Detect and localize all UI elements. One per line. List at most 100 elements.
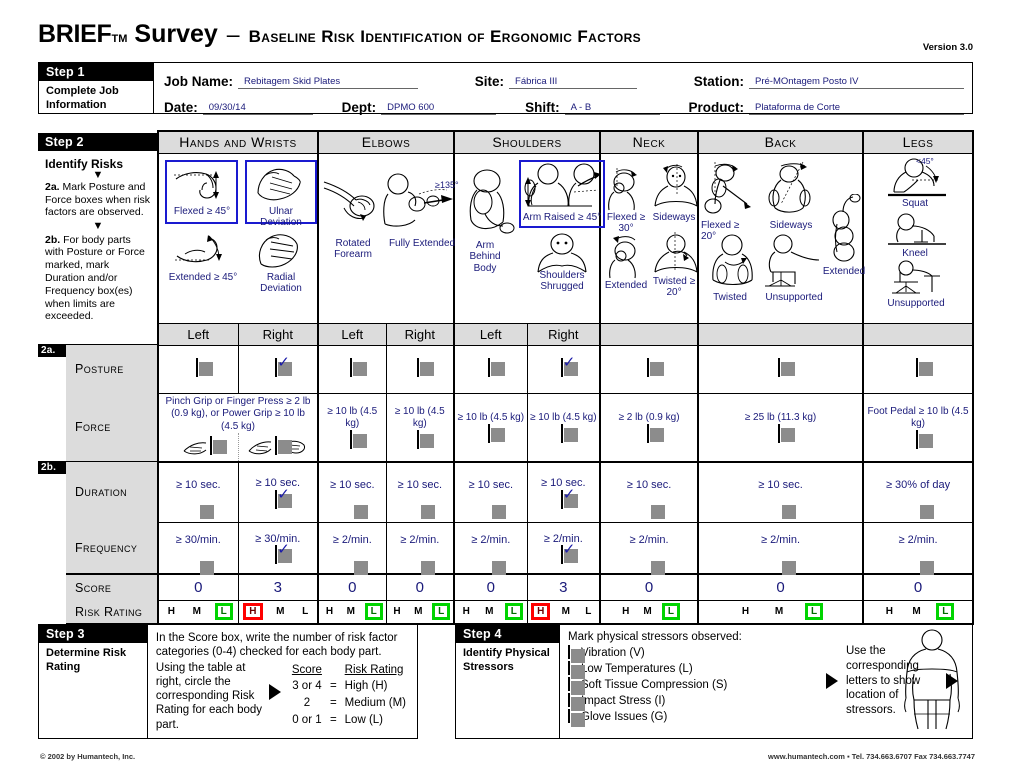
- posture-checkbox-neck[interactable]: [599, 344, 699, 394]
- force-cell-legs[interactable]: Foot Pedal ≥ 10 lb (4.5 kg): [862, 392, 975, 463]
- risk-rating-neck[interactable]: H M L: [599, 599, 699, 626]
- checkbox-checked[interactable]: ✓: [275, 542, 293, 567]
- risk-letter-h[interactable]: H: [389, 605, 404, 618]
- checkbox[interactable]: [568, 676, 585, 695]
- shift-field[interactable]: A - B: [564, 100, 660, 115]
- risk-letter-h[interactable]: H: [738, 605, 753, 618]
- checkbox[interactable]: [779, 558, 797, 575]
- risk-letter-l-selected[interactable]: L: [936, 603, 955, 621]
- checkbox[interactable]: [560, 423, 578, 446]
- score-neck[interactable]: 0: [599, 573, 699, 601]
- checkbox[interactable]: [488, 357, 506, 380]
- stressor-item-soft-tissue-compression[interactable]: Soft Tissue Compression (S): [568, 676, 818, 695]
- checkbox[interactable]: [209, 435, 227, 458]
- checkbox[interactable]: [489, 558, 507, 575]
- posture-checkbox-hands-left[interactable]: [157, 344, 239, 394]
- risk-letter-m[interactable]: M: [558, 605, 574, 618]
- risk-letter-m[interactable]: M: [771, 605, 787, 618]
- risk-rating-elbows-left[interactable]: H M L: [317, 599, 387, 626]
- checkbox[interactable]: [646, 423, 664, 446]
- checkbox[interactable]: [197, 558, 214, 575]
- posture-checkbox-elbows-left[interactable]: [317, 344, 387, 394]
- duration-cell-shoulders-left[interactable]: ≥ 10 sec.: [453, 461, 528, 523]
- stressor-item-vibration[interactable]: Vibration (V): [568, 644, 818, 663]
- score-hands-left[interactable]: 0: [157, 573, 239, 601]
- risk-rating-shoulders-right[interactable]: H M L: [526, 599, 601, 626]
- checkbox[interactable]: [915, 429, 933, 452]
- force-cell-elbows-left[interactable]: ≥ 10 lb (4.5 kg): [317, 392, 387, 463]
- checkbox[interactable]: [349, 357, 367, 380]
- force-cell-hands[interactable]: Pinch Grip or Finger Press ≥ 2 lb (0.9 k…: [156, 392, 319, 463]
- frequency-cell-elbows-left[interactable]: ≥ 2/min.: [317, 521, 387, 575]
- checkbox[interactable]: [417, 357, 435, 380]
- frequency-cell-elbows-right[interactable]: ≥ 2/min.: [385, 521, 455, 575]
- posture-checkbox-shoulders-right[interactable]: ✓: [526, 344, 601, 394]
- risk-letter-l-selected[interactable]: L: [364, 603, 383, 621]
- frequency-cell-hands-left[interactable]: ≥ 30/min.: [157, 521, 239, 575]
- risk-letter-m[interactable]: M: [410, 605, 426, 618]
- checkbox[interactable]: [917, 502, 934, 519]
- checkbox[interactable]: [489, 502, 507, 519]
- checkbox[interactable]: [417, 429, 435, 452]
- risk-letter-h[interactable]: H: [164, 605, 179, 618]
- risk-letter-m[interactable]: M: [343, 605, 359, 618]
- checkbox[interactable]: [917, 558, 934, 575]
- site-field[interactable]: Fábrica III: [509, 74, 638, 89]
- checkbox[interactable]: [778, 423, 796, 446]
- force-cell-elbows-right[interactable]: ≥ 10 lb (4.5 kg): [385, 392, 455, 463]
- risk-letter-l-selected[interactable]: L: [805, 603, 824, 621]
- checkbox[interactable]: [568, 660, 585, 679]
- frequency-cell-shoulders-left[interactable]: ≥ 2/min.: [453, 521, 528, 575]
- risk-letter-m[interactable]: M: [481, 605, 497, 618]
- risk-letter-l[interactable]: L: [298, 605, 312, 618]
- checkbox[interactable]: [418, 558, 436, 575]
- frequency-cell-back[interactable]: ≥ 2/min.: [697, 521, 864, 575]
- risk-letter-l-selected[interactable]: L: [504, 603, 523, 621]
- duration-cell-elbows-left[interactable]: ≥ 10 sec.: [317, 461, 387, 523]
- risk-letter-l-selected[interactable]: L: [214, 603, 233, 621]
- risk-letter-h-selected[interactable]: H: [243, 603, 263, 621]
- score-shoulders-left[interactable]: 0: [453, 573, 528, 601]
- score-elbows-left[interactable]: 0: [317, 573, 387, 601]
- risk-letter-l[interactable]: L: [581, 605, 595, 618]
- risk-rating-back[interactable]: H M L: [697, 599, 864, 626]
- checkbox[interactable]: [915, 357, 933, 380]
- duration-cell-hands-left[interactable]: ≥ 10 sec.: [157, 461, 239, 523]
- force-cell-shoulders-left[interactable]: ≥ 10 lb (4.5 kg): [453, 392, 528, 463]
- checkbox[interactable]: [568, 708, 585, 727]
- frequency-cell-neck[interactable]: ≥ 2/min.: [599, 521, 699, 575]
- risk-rating-legs[interactable]: H M L: [862, 599, 975, 626]
- duration-cell-neck[interactable]: ≥ 10 sec.: [599, 461, 699, 523]
- duration-cell-back[interactable]: ≥ 10 sec.: [697, 461, 864, 523]
- risk-letter-h-selected[interactable]: H: [531, 603, 551, 621]
- checkbox[interactable]: [648, 502, 665, 519]
- date-field[interactable]: 09/30/14: [202, 100, 313, 115]
- risk-letter-m[interactable]: M: [639, 605, 655, 618]
- checkbox[interactable]: [568, 644, 585, 663]
- posture-checkbox-back[interactable]: [697, 344, 864, 394]
- checkbox[interactable]: [568, 692, 585, 711]
- product-field[interactable]: Plataforma de Corte: [748, 100, 964, 115]
- duration-cell-elbows-right[interactable]: ≥ 10 sec.: [385, 461, 455, 523]
- score-hands-right[interactable]: 3: [237, 573, 319, 601]
- risk-rating-hands-right[interactable]: H M L: [237, 599, 319, 626]
- frequency-cell-legs[interactable]: ≥ 2/min.: [862, 521, 975, 575]
- risk-rating-hands-left[interactable]: H M L: [157, 599, 239, 626]
- stressor-item-low-temperatures[interactable]: Low Temperatures (L): [568, 660, 818, 679]
- score-legs[interactable]: 0: [862, 573, 975, 601]
- risk-letter-m[interactable]: M: [272, 605, 288, 618]
- stressor-item-glove-issues[interactable]: Glove Issues (G): [568, 708, 818, 727]
- posture-checkbox-hands-right[interactable]: ✓: [237, 344, 319, 394]
- checkbox[interactable]: [197, 502, 214, 519]
- checkbox-checked[interactable]: ✓: [560, 486, 578, 512]
- posture-checkbox-legs[interactable]: [862, 344, 975, 394]
- score-elbows-right[interactable]: 0: [385, 573, 455, 601]
- force-cell-shoulders-right[interactable]: ≥ 10 lb (4.5 kg): [526, 392, 601, 463]
- posture-checkbox-shoulders-left[interactable]: [453, 344, 528, 394]
- checkbox[interactable]: [778, 357, 796, 380]
- risk-letter-h[interactable]: H: [322, 605, 337, 618]
- risk-letter-l-selected[interactable]: L: [432, 603, 451, 621]
- frequency-cell-shoulders-right[interactable]: ≥ 2/min. ✓: [526, 521, 601, 575]
- checkbox-checked[interactable]: ✓: [275, 486, 293, 512]
- risk-letter-h[interactable]: H: [882, 605, 897, 618]
